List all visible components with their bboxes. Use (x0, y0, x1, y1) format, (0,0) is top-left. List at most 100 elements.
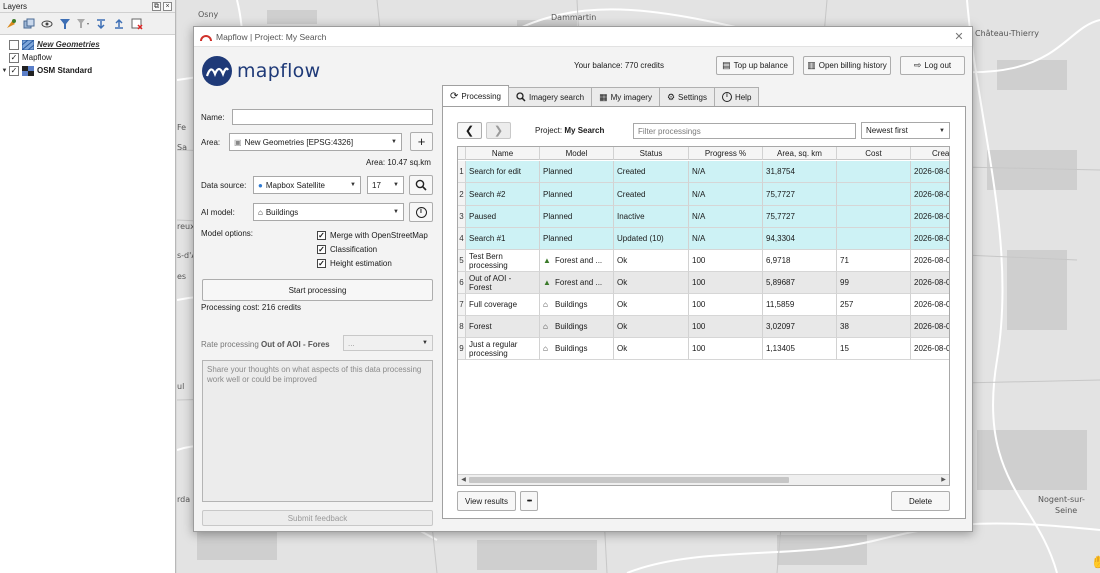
close-icon[interactable]: × (163, 1, 172, 11)
cell-model: ▲ Forest and ... (540, 272, 614, 294)
table-row[interactable]: 6 Out of AOI - Forest ▲ Forest and ... Ok 100… (458, 272, 949, 294)
height-estimation-checkbox[interactable]: ✓ Height estimation (317, 259, 392, 268)
column-header[interactable]: Status (614, 147, 689, 160)
area-select[interactable]: ▣ New Geometries [EPSG:4326] ▼ (229, 133, 402, 151)
table-row[interactable]: 1 Search for edit Planned Created N/A 31,8754… (458, 161, 949, 183)
table-row[interactable]: 5 Test Bern processing ▲ Forest and ... Ok 10… (458, 250, 949, 272)
layer-checkbox[interactable]: ✓ (9, 65, 19, 76)
table-row[interactable]: 3 Paused Planned Inactive N/A 75,7727 2026-08-… (458, 206, 949, 228)
delete-button[interactable]: Delete (891, 491, 950, 511)
chevron-down-icon: ▼ (350, 182, 356, 188)
tab-label: My imagery (610, 92, 652, 102)
polygon-layer-icon (22, 39, 34, 50)
checkbox-box[interactable]: ✓ (317, 245, 326, 254)
tab-bar: ⟳ Processing Imagery search ▦ My imagery… (442, 85, 760, 106)
tab-help[interactable]: i Help (713, 87, 760, 106)
back-button[interactable]: ❮ (457, 122, 482, 139)
cell-area: 94,3304 (763, 228, 837, 250)
submit-feedback-button[interactable]: Submit feedback (202, 510, 433, 526)
filter-processings-input[interactable]: Filter processings (633, 123, 856, 139)
float-icon[interactable]: ⧉ (152, 1, 161, 11)
table-row[interactable]: 4 Search #1 Planned Updated (10) N/A 94,3304 2… (458, 228, 949, 250)
layer-checkbox[interactable]: ✓ (9, 52, 19, 63)
row-number: 1 (458, 161, 466, 183)
feedback-placeholder: Share your thoughts on what aspects of t… (207, 365, 422, 384)
cell-text: Buildings (555, 300, 588, 309)
horizontal-scrollbar[interactable]: ◀ ▶ (458, 474, 949, 485)
cell-created: 2026-08-0 (911, 272, 949, 294)
search-icon (516, 92, 526, 102)
filter-expression-icon[interactable] (76, 17, 90, 31)
table-row[interactable]: 9 Just a regular processing ⌂ Buildings Ok 10… (458, 338, 949, 360)
cell-text: 75,7727 (766, 189, 795, 199)
classification-checkbox[interactable]: ✓ Classification (317, 245, 377, 254)
log-out-button[interactable]: ⇨ Log out (900, 56, 965, 75)
ai-model-select[interactable]: ⌂ Buildings ▼ (253, 203, 404, 221)
more-options-button[interactable]: ••• (520, 491, 538, 511)
add-area-button[interactable]: + (410, 132, 433, 151)
cell-area: 75,7727 (763, 206, 837, 228)
table-row[interactable]: 2 Search #2 Planned Created N/A 75,7727 2026-0… (458, 183, 949, 206)
tab-label: Imagery search (528, 92, 585, 102)
raster-layer-icon (22, 65, 34, 76)
table-row[interactable]: 8 Forest ⌂ Buildings Ok 100 3,02097 38 2026-08-0 (458, 316, 949, 338)
remove-layer-icon[interactable] (130, 17, 144, 31)
row-number: 9 (458, 338, 466, 360)
filter-icon[interactable] (58, 17, 72, 31)
column-header[interactable]: Model (540, 147, 614, 160)
sort-select[interactable]: Newest first ▼ (861, 122, 950, 139)
cell-created: 2026-08-0 (911, 294, 949, 316)
billing-history-button[interactable]: ▥ Open billing history (803, 56, 891, 75)
search-imagery-button[interactable] (409, 175, 433, 195)
data-source-select[interactable]: ● Mapbox Satellite ▼ (253, 176, 361, 194)
rate-prefix: Rate processing (201, 340, 262, 349)
layer-item-osm-standard[interactable]: ▼ ✓ OSM Standard (0, 64, 175, 77)
tab-imagery-search[interactable]: Imagery search (507, 87, 593, 106)
eye-icon[interactable] (40, 17, 54, 31)
collapse-all-icon[interactable] (112, 17, 126, 31)
cell-text: Buildings (555, 344, 588, 353)
column-header[interactable]: Progress % (689, 147, 763, 160)
scroll-right-icon[interactable]: ▶ (938, 475, 949, 485)
top-up-balance-button[interactable]: ▤ Top up balance (716, 56, 794, 75)
area-size-label: Area: 10.47 sq.km (366, 158, 431, 167)
tab-my-imagery[interactable]: ▦ My imagery (591, 87, 660, 106)
layer-item-mapflow[interactable]: ✓ Mapflow (0, 51, 175, 64)
cell-created: 2026-08-0 (911, 228, 949, 250)
processing-cost-label: Processing cost: 216 credits (201, 303, 302, 312)
column-header[interactable]: Area, sq. km (763, 147, 837, 160)
layer-checkbox[interactable] (9, 39, 19, 50)
feedback-textarea[interactable]: Share your thoughts on what aspects of t… (202, 360, 433, 502)
table-row[interactable]: 7 Full coverage ⌂ Buildings Ok 100 11,5859 257 2… (458, 294, 949, 316)
column-header[interactable]: Cost (837, 147, 911, 160)
cell-progress: 100 (689, 316, 763, 338)
cell-area: 5,89687 (763, 272, 837, 294)
cell-text: 38 (840, 322, 849, 331)
name-input[interactable] (232, 109, 433, 125)
cell-text: Created (617, 167, 646, 176)
merge-osm-checkbox[interactable]: ✓ Merge with OpenStreetMap (317, 231, 428, 240)
expand-all-icon[interactable] (94, 17, 108, 31)
scroll-thumb[interactable] (469, 477, 789, 483)
cell-name: Just a regular processing (466, 338, 540, 360)
checkbox-box[interactable]: ✓ (317, 231, 326, 240)
start-processing-label: Start processing (288, 285, 347, 295)
expand-arrow-icon[interactable]: ▼ (0, 68, 9, 74)
forward-button[interactable]: ❯ (486, 122, 511, 139)
column-header[interactable]: Crea (911, 147, 949, 160)
view-results-button[interactable]: View results (457, 491, 516, 511)
start-processing-button[interactable]: Start processing (202, 279, 433, 301)
style-manager-icon[interactable] (4, 17, 18, 31)
layer-item-new-geometries[interactable]: New Geometries (0, 38, 175, 51)
checkbox-box[interactable]: ✓ (317, 259, 326, 268)
add-group-icon[interactable] (22, 17, 36, 31)
zoom-select[interactable]: 17 ▼ (367, 176, 404, 194)
tab-processing[interactable]: ⟳ Processing (442, 85, 509, 106)
column-header[interactable]: Name (466, 147, 540, 160)
model-info-button[interactable]: i (409, 202, 433, 222)
scroll-left-icon[interactable]: ◀ (458, 475, 469, 485)
close-icon[interactable]: ✕ (952, 30, 966, 43)
cell-text: Buildings (555, 322, 588, 331)
rating-select[interactable]: ... ▼ (343, 335, 433, 351)
tab-settings[interactable]: ⚙ Settings (658, 87, 715, 106)
